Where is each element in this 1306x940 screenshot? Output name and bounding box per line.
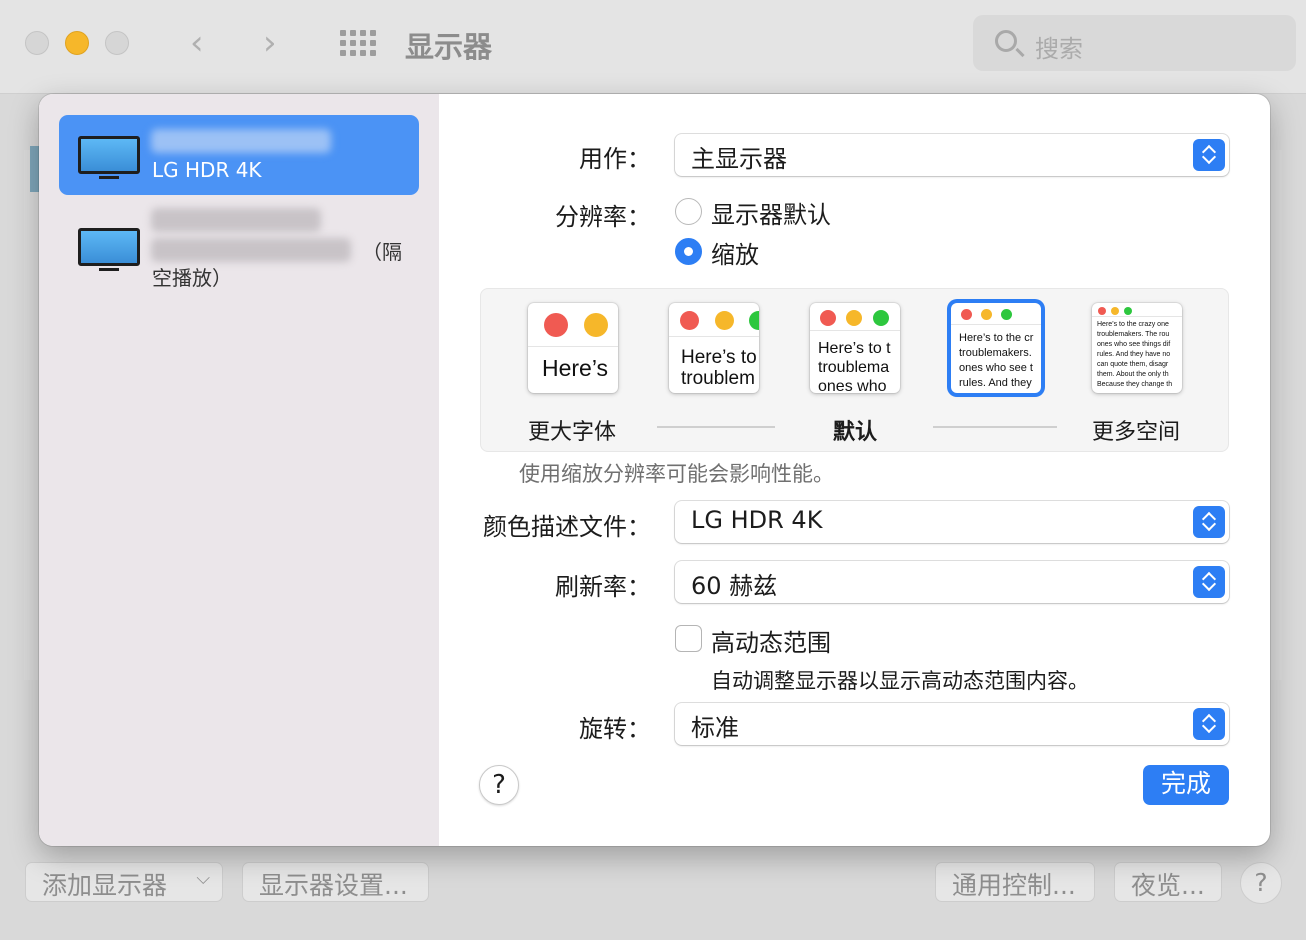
scale-label-more-space: 更多空间 [1092,420,1181,445]
scale-track [933,426,1057,428]
hdr-hint: 自动调整显示器以显示高动态范围内容。 [711,669,1089,693]
display-name: LG HDR 4K [152,158,262,182]
window-toolbar: ‹ › 显示器 搜索 [0,0,1306,94]
scale-label-default: 默认 [833,420,878,445]
resolution-scaled-radio[interactable] [675,238,702,265]
add-display-button[interactable]: 添加显示器 ⌵ [25,862,223,902]
scale-option-5[interactable]: Here’s to the crazy one troublemakers. T… [1092,303,1182,393]
night-shift-button[interactable]: 夜览... [1114,862,1222,902]
color-profile-popup[interactable]: LG HDR 4K [675,501,1229,543]
scale-preview-text: Here’s [542,355,609,381]
resolution-label: 分辨率： [555,203,651,231]
universal-control-button[interactable]: 通用控制... [935,862,1095,902]
zoom-window-button[interactable] [105,31,129,55]
forward-arrow-icon[interactable]: › [263,26,277,60]
refresh-rate-value: 60 赫兹 [691,572,778,600]
scale-options-panel: Here’s Here’s to troublem Here’s to t tr… [480,288,1229,452]
scale-option-2[interactable]: Here’s to troublem [669,303,759,393]
use-as-popup[interactable]: 主显示器 [675,134,1229,176]
scale-option-3[interactable]: Here’s to t troublema ones who [810,303,900,393]
display-item-airplay[interactable]: （隔 空播放） [59,204,419,294]
add-display-label: 添加显示器 [42,871,168,900]
done-button[interactable]: 完成 [1143,765,1229,805]
scale-preview-text: Here’s to the cr troublemakers. ones who… [959,332,1034,389]
use-as-value: 主显示器 [691,145,787,173]
monitor-icon [78,228,140,271]
search-placeholder: 搜索 [1035,35,1083,63]
display-settings-button[interactable]: 显示器设置... [242,862,429,902]
scale-option-4[interactable]: Here’s to the cr troublemakers. ones who… [951,303,1041,393]
airplay-suffix: （隔 [362,240,402,264]
minimize-window-button[interactable] [65,31,89,55]
airplay-suffix-line2: 空播放） [152,266,232,290]
resolution-scaled-label: 缩放 [711,241,759,269]
show-all-grid-icon[interactable] [340,30,376,56]
monitor-icon [78,136,140,179]
scale-preview-text: Here’s to the crazy one troublemakers. T… [1097,321,1173,388]
help-button[interactable]: ? [479,765,519,805]
scale-preview-text: Here’s to t troublema ones who [818,340,891,393]
scale-label-larger-text: 更大字体 [528,420,617,445]
refresh-rate-popup[interactable]: 60 赫兹 [675,561,1229,603]
use-as-label: 用作： [579,145,651,173]
hdr-checkbox[interactable] [675,625,702,652]
resolution-default-radio[interactable] [675,198,702,225]
popup-stepper-icon [1193,506,1225,538]
refresh-rate-label: 刷新率： [555,573,651,601]
display-item-lg-hdr-4k[interactable]: LG HDR 4K [59,115,419,195]
redacted-display-name [151,208,321,232]
window-help-button[interactable]: ? [1240,862,1282,904]
chevron-down-icon: ⌵ [196,868,210,889]
search-icon [995,30,1017,52]
rotation-popup[interactable]: 标准 [675,703,1229,745]
popup-stepper-icon [1193,708,1225,740]
scale-preview-text: Here’s to troublem [681,347,757,389]
hdr-label: 高动态范围 [711,629,831,657]
window-title: 显示器 [405,30,493,64]
scale-option-1[interactable]: Here’s [528,303,618,393]
display-list-sidebar: LG HDR 4K （隔 空播放） [39,94,439,846]
rotation-label: 旋转： [579,715,651,743]
redacted-display-name [151,129,331,153]
resolution-default-label: 显示器默认 [711,201,831,229]
display-settings-sheet: LG HDR 4K （隔 空播放） 用作： 主显示器 分辨率： 显示器默认 缩放… [39,94,1270,846]
popup-stepper-icon [1193,139,1225,171]
color-profile-label: 颜色描述文件： [483,513,651,541]
popup-stepper-icon [1193,566,1225,598]
scale-performance-hint: 使用缩放分辨率可能会影响性能。 [519,462,834,486]
back-arrow-icon[interactable]: ‹ [190,26,204,60]
close-window-button[interactable] [25,31,49,55]
search-input[interactable]: 搜索 [973,15,1296,71]
redacted-display-name [151,238,351,262]
color-profile-value: LG HDR 4K [691,506,823,534]
rotation-value: 标准 [691,714,739,742]
scale-track [657,426,775,428]
